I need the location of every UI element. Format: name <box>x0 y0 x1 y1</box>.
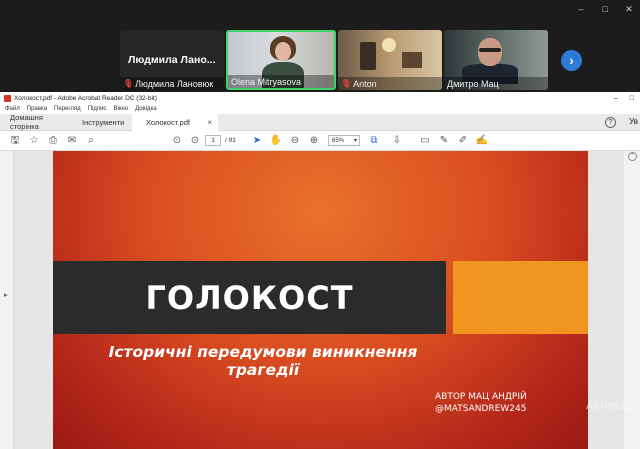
mic-muted-icon: 🎙 <box>123 79 134 88</box>
collapse-right-panel-icon[interactable]: ˆ <box>628 152 637 161</box>
page-number-input[interactable]: 1 <box>205 135 221 146</box>
help-icon[interactable]: ? <box>605 117 616 128</box>
participant-tile-2[interactable]: Olena Mitryasova <box>226 30 336 90</box>
participant-name: Anton <box>353 78 377 89</box>
minimize-icon[interactable]: – <box>614 95 618 102</box>
meeting-window-controls: – □ ✕ <box>576 4 634 15</box>
activation-watermark: Активац <box>586 398 632 412</box>
close-tab-icon[interactable]: × <box>207 118 212 127</box>
slide-accent-block <box>453 261 588 334</box>
menu-sign[interactable]: Підпис <box>88 106 107 112</box>
participant-name: Людмила Лановюк <box>135 78 214 89</box>
scroll-mode-icon[interactable]: ⇩ <box>390 134 404 148</box>
menu-bar: Файл Правка Перегляд Підпис Вікно Довідк… <box>0 104 640 114</box>
participant-tile-3[interactable]: 🎙 Anton <box>338 30 442 90</box>
fit-page-icon[interactable]: ⧉ <box>367 134 381 148</box>
draw-icon[interactable]: ✐ <box>456 134 470 148</box>
zoom-select[interactable]: 65% ▾ <box>328 135 360 146</box>
slide-subtitle-line: Історичні передумови виникнення <box>108 343 418 361</box>
print-icon[interactable]: ⎙ <box>46 134 60 148</box>
mic-muted-icon: 🎙 <box>341 79 352 88</box>
meeting-participant-strip: – □ ✕ Людмила Лано... 🎙 Людмила Лановюк … <box>0 0 640 92</box>
participant-tile-heading: Людмила Лано... <box>128 54 216 66</box>
left-panel-rail: ▸ <box>0 151 14 449</box>
zoom-out-icon[interactable]: ⊖ <box>288 134 302 148</box>
window-title: Холокост.pdf - Adobe Acrobat Reader DC (… <box>14 94 157 102</box>
participant-namebar: Olena Mitryasova <box>228 75 334 88</box>
participant-namebar: Дмитро Мац <box>444 77 548 90</box>
tabs-bar: Домашня сторінка Інструменти Холокост.pd… <box>0 113 640 131</box>
tab-home[interactable]: Домашня сторінка <box>0 113 72 131</box>
tab-document[interactable]: Холокост.pdf × <box>132 113 218 131</box>
acrobat-titlebar: Холокост.pdf - Adobe Acrobat Reader DC (… <box>0 92 640 104</box>
zoom-in-icon[interactable]: ⊕ <box>307 134 321 148</box>
participant-name: Дмитро Мац <box>447 78 499 89</box>
minimize-icon[interactable]: – <box>576 4 586 15</box>
expand-left-panel-icon[interactable]: ▸ <box>4 291 8 299</box>
page-total: / 91 <box>225 137 236 144</box>
select-cursor-icon[interactable]: ➤ <box>250 134 264 148</box>
participant-name: Olena Mitryasova <box>231 76 302 87</box>
participant-tile-4[interactable]: Дмитро Мац <box>444 30 548 90</box>
participant-namebar: 🎙 Людмила Лановюк <box>120 77 224 90</box>
slide-page: ГОЛОКОСТ Історичні передумови виникнення… <box>53 151 588 449</box>
chevron-right-icon: › <box>569 53 574 68</box>
hand-tool-icon[interactable]: ✋ <box>269 134 283 148</box>
search-icon[interactable]: ⌕ <box>84 134 98 148</box>
menu-file[interactable]: Файл <box>5 106 20 112</box>
bookmark-star-icon[interactable]: ☆ <box>27 134 41 148</box>
acrobat-window: Холокост.pdf - Adobe Acrobat Reader DC (… <box>0 92 640 449</box>
next-page-icon[interactable]: ⊙ <box>188 134 202 148</box>
slide-subtitle-line: трагедії <box>226 361 300 379</box>
zoom-value: 65% <box>332 138 345 144</box>
slide-author: АВТОР МАЦ АНДРІЙ @MATSANDREW245 <box>435 391 527 415</box>
close-icon[interactable]: ✕ <box>624 4 634 15</box>
highlight-pen-icon[interactable]: ✎ <box>437 134 451 148</box>
acrobat-toolbar: 🖫 ☆ ⎙ ✉ ⌕ ⊙ ⊙ 1 / 91 ➤ ✋ ⊖ ⊕ 65% ▾ ⧉ ⇩ ▭… <box>0 131 640 151</box>
menu-view[interactable]: Перегляд <box>54 106 81 112</box>
page-navigator: 1 / 91 <box>205 135 236 146</box>
document-viewer[interactable]: ▸ ГОЛОКОСТ Історичні передумови виникнен… <box>0 151 640 449</box>
user-account[interactable]: Ув <box>629 117 638 126</box>
tab-tools[interactable]: Інструменти <box>72 114 132 131</box>
previous-page-icon[interactable]: ⊙ <box>170 134 184 148</box>
maximize-icon[interactable]: □ <box>600 4 610 15</box>
comment-icon[interactable]: ▭ <box>418 134 432 148</box>
participant-namebar: 🎙 Anton <box>338 77 442 90</box>
chevron-down-icon: ▾ <box>353 138 357 144</box>
author-handle: @MATSANDREW245 <box>435 404 527 414</box>
menu-window[interactable]: Вікно <box>113 106 128 112</box>
tab-document-label: Холокост.pdf <box>146 117 190 127</box>
slide-title: ГОЛОКОСТ <box>145 278 354 317</box>
author-name: АВТОР МАЦ АНДРІЙ <box>435 392 527 402</box>
fill-sign-icon[interactable]: ✍ <box>475 134 489 148</box>
email-icon[interactable]: ✉ <box>65 134 79 148</box>
participant-tile-1[interactable]: Людмила Лано... 🎙 Людмила Лановюк <box>120 30 224 90</box>
slide-subtitle: Історичні передумови виникнення трагедії <box>93 343 433 379</box>
restore-icon[interactable]: □ <box>630 95 634 102</box>
menu-help[interactable]: Довідка <box>135 106 157 112</box>
next-participants-button[interactable]: › <box>561 50 582 71</box>
menu-edit[interactable]: Правка <box>27 106 47 112</box>
acrobat-app-icon <box>4 94 11 102</box>
save-icon[interactable]: 🖫 <box>8 134 22 148</box>
